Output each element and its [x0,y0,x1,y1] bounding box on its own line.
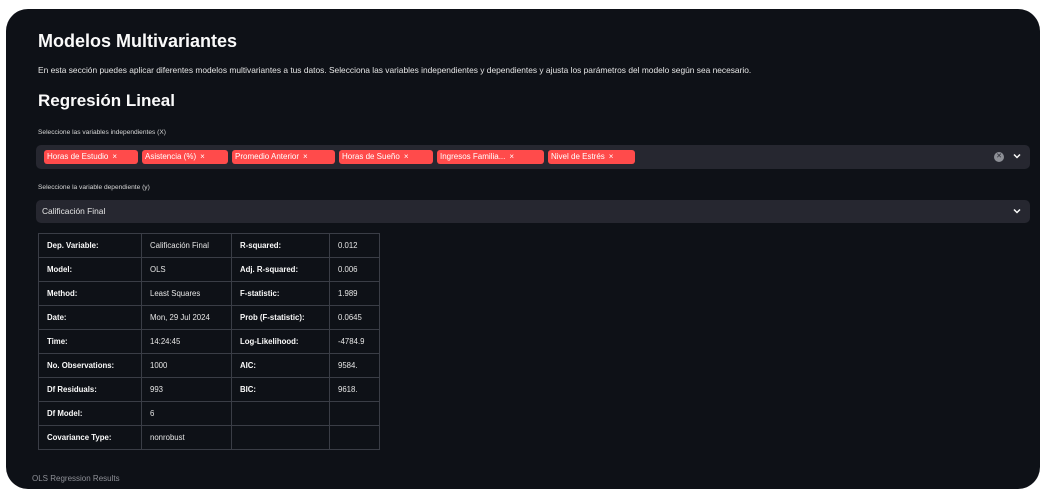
dependent-label: Seleccione la variable dependiente (y) [38,184,150,191]
page-title: Modelos Multivariantes [38,31,238,51]
table-key: F-statistic: [231,281,330,306]
chevron-down-icon[interactable] [1012,206,1022,216]
table-value: 1000 [141,353,232,378]
table-value: Calificación Final [141,233,232,258]
table-key: Date: [38,305,142,330]
table-row: Covariance Type: nonrobust [38,425,380,450]
table-key: No. Observations: [38,353,142,378]
tag-ingresos-familia[interactable]: Ingresos Familia... × [437,150,544,164]
table-key: Log-Likelihood: [231,329,330,354]
table-value: nonrobust [141,425,232,450]
table-key: Time: [38,329,142,354]
table-key: Df Residuals: [38,377,142,402]
tag-label: Promedio Anterior [235,152,300,161]
table-row: No. Observations: 1000 AIC: 9584. [38,353,380,378]
table-key: Dep. Variable: [38,233,142,258]
remove-tag-icon[interactable]: × [200,152,205,161]
table-row: Date: Mon, 29 Jul 2024 Prob (F-statistic… [38,305,380,330]
table-key: R-squared: [231,233,330,258]
chevron-down-icon[interactable] [1012,151,1022,161]
tag-nivel-estres[interactable]: Nivel de Estrés × [548,150,635,164]
table-key: Method: [38,281,142,306]
tag-label: Nivel de Estrés [551,152,605,161]
tag-label: Ingresos Familia... [440,152,506,161]
remove-tag-icon[interactable]: × [112,152,117,161]
table-value: 0.0645 [329,305,380,330]
table-row: Model: OLS Adj. R-squared: 0.006 [38,257,380,282]
dependent-select-value: Calificación Final [42,206,106,216]
table-value: Mon, 29 Jul 2024 [141,305,232,330]
table-row: Method: Least Squares F-statistic: 1.989 [38,281,380,306]
table-key [231,401,330,426]
clear-all-icon[interactable]: ✕ [994,152,1004,162]
tag-label: Asistencia (%) [145,152,197,161]
table-value: 6 [141,401,232,426]
table-value: 9618. [329,377,380,402]
table-key: Model: [38,257,142,282]
table-row: Dep. Variable: Calificación Final R-squa… [38,233,380,258]
table-value: -4784.9 [329,329,380,354]
table-value: Least Squares [141,281,232,306]
table-value: 993 [141,377,232,402]
table-key: Prob (F-statistic): [231,305,330,330]
table-value: OLS [141,257,232,282]
table-value: 0.012 [329,233,380,258]
table-value: 0.006 [329,257,380,282]
tag-promedio-anterior[interactable]: Promedio Anterior × [232,150,335,164]
independent-multiselect[interactable]: Horas de Estudio × Asistencia (%) × Promed… [36,145,1030,169]
tag-horas-estudio[interactable]: Horas de Estudio × [44,150,138,164]
section-title: Regresión Lineal [38,91,175,110]
tag-asistencia[interactable]: Asistencia (%) × [142,150,228,164]
table-value: 1.989 [329,281,380,306]
table-row: Time: 14:24:45 Log-Likelihood: -4784.9 [38,329,380,354]
dependent-select[interactable]: Calificación Final [36,200,1030,223]
tag-label: Horas de Estudio [47,152,109,161]
tag-horas-sueno[interactable]: Horas de Sueño × [339,150,433,164]
table-row: Df Model: 6 [38,401,380,426]
remove-tag-icon[interactable]: × [404,152,409,161]
remove-tag-icon[interactable]: × [609,152,614,161]
remove-tag-icon[interactable]: × [509,152,514,161]
page-intro: En esta sección puedes aplicar diferente… [38,65,752,75]
table-key: AIC: [231,353,330,378]
tag-label: Horas de Sueño [342,152,400,161]
ols-summary-table: Dep. Variable: Calificación Final R-squa… [38,233,380,450]
table-row: Df Residuals: 993 BIC: 9618. [38,377,380,402]
table-value: 14:24:45 [141,329,232,354]
table-key: Df Model: [38,401,142,426]
table-key: Covariance Type: [38,425,142,450]
table-key: Adj. R-squared: [231,257,330,282]
table-key [231,425,330,450]
table-value [329,401,380,426]
app-frame: Modelos Multivariantes En esta sección p… [6,9,1040,489]
table-value: 9584. [329,353,380,378]
table-key: BIC: [231,377,330,402]
independent-label: Seleccione las variables independientes … [38,129,166,136]
table-value [329,425,380,450]
remove-tag-icon[interactable]: × [303,152,308,161]
